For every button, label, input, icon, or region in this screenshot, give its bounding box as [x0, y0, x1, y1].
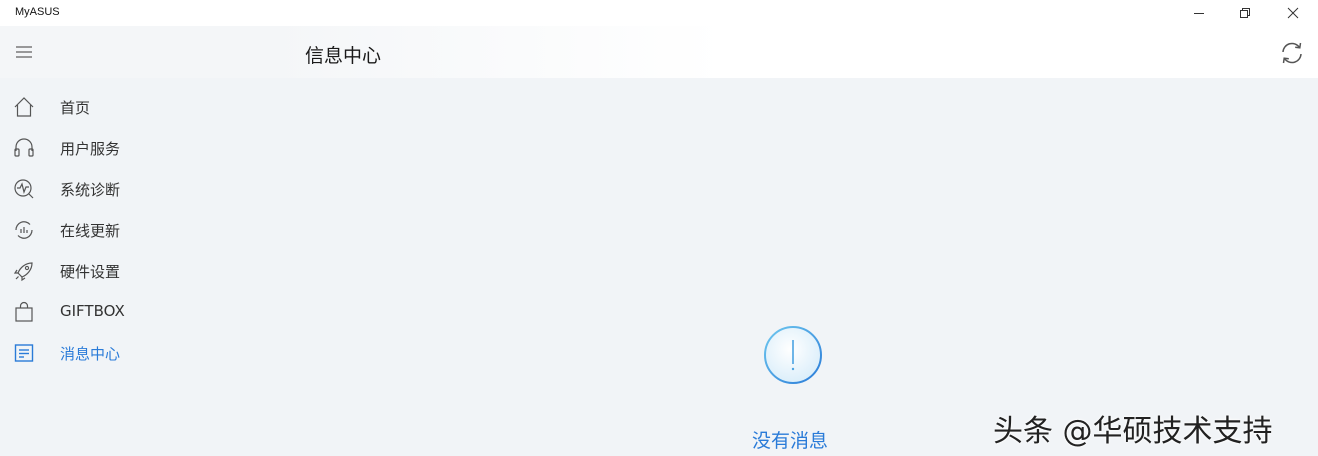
sidebar-item-giftbox[interactable]: GIFTBOX: [0, 292, 260, 332]
empty-state-text: 没有消息: [752, 430, 829, 452]
sidebar-item-diagnosis[interactable]: 系统诊断: [0, 169, 260, 209]
message-icon: [14, 344, 34, 362]
sidebar-item-label: GIFTBOX: [60, 302, 125, 320]
header-bar: 信息中心: [0, 26, 1318, 78]
sidebar-item-label: 消息中心: [60, 345, 121, 363]
close-button[interactable]: [1270, 0, 1316, 26]
rocket-icon: [13, 262, 33, 282]
watermark-text: 头条 @华硕技术支持: [993, 414, 1273, 449]
sidebar-item-hardware[interactable]: 硬件设置: [0, 251, 260, 291]
minimize-button[interactable]: [1176, 0, 1222, 26]
sidebar-item-update[interactable]: 在线更新: [0, 210, 260, 250]
home-icon: [14, 97, 34, 117]
update-icon: [15, 221, 33, 239]
refresh-icon: [1282, 42, 1302, 64]
diagnosis-icon: [14, 179, 34, 199]
headset-icon: [14, 138, 34, 157]
sidebar-item-message-center[interactable]: 消息中心: [0, 333, 260, 373]
sidebar-item-label: 用户服务: [60, 140, 121, 158]
sidebar-item-home[interactable]: 首页: [0, 87, 260, 127]
sidebar-item-label: 首页: [60, 99, 91, 117]
menu-button[interactable]: [12, 42, 36, 62]
app-name: MyASUS: [15, 6, 60, 18]
title-bar: MyASUS: [0, 0, 1318, 26]
sidebar: 首页 用户服务 系统诊断 在线更新 硬件设置 GIFTBOX 消息中心: [0, 78, 260, 456]
sidebar-item-label: 在线更新: [60, 222, 121, 240]
sidebar-item-user-service[interactable]: 用户服务: [0, 128, 260, 168]
close-icon: [1287, 7, 1299, 19]
page-title: 信息中心: [305, 45, 382, 67]
restore-button[interactable]: [1222, 0, 1268, 26]
hamburger-icon: [16, 46, 32, 58]
minimize-icon: [1194, 13, 1204, 14]
bag-icon: [15, 301, 33, 322]
exclamation-icon: [764, 326, 822, 384]
restore-icon: [1240, 8, 1250, 18]
sidebar-item-label: 硬件设置: [60, 263, 121, 281]
refresh-button[interactable]: [1278, 39, 1306, 67]
sidebar-item-label: 系统诊断: [60, 181, 121, 199]
